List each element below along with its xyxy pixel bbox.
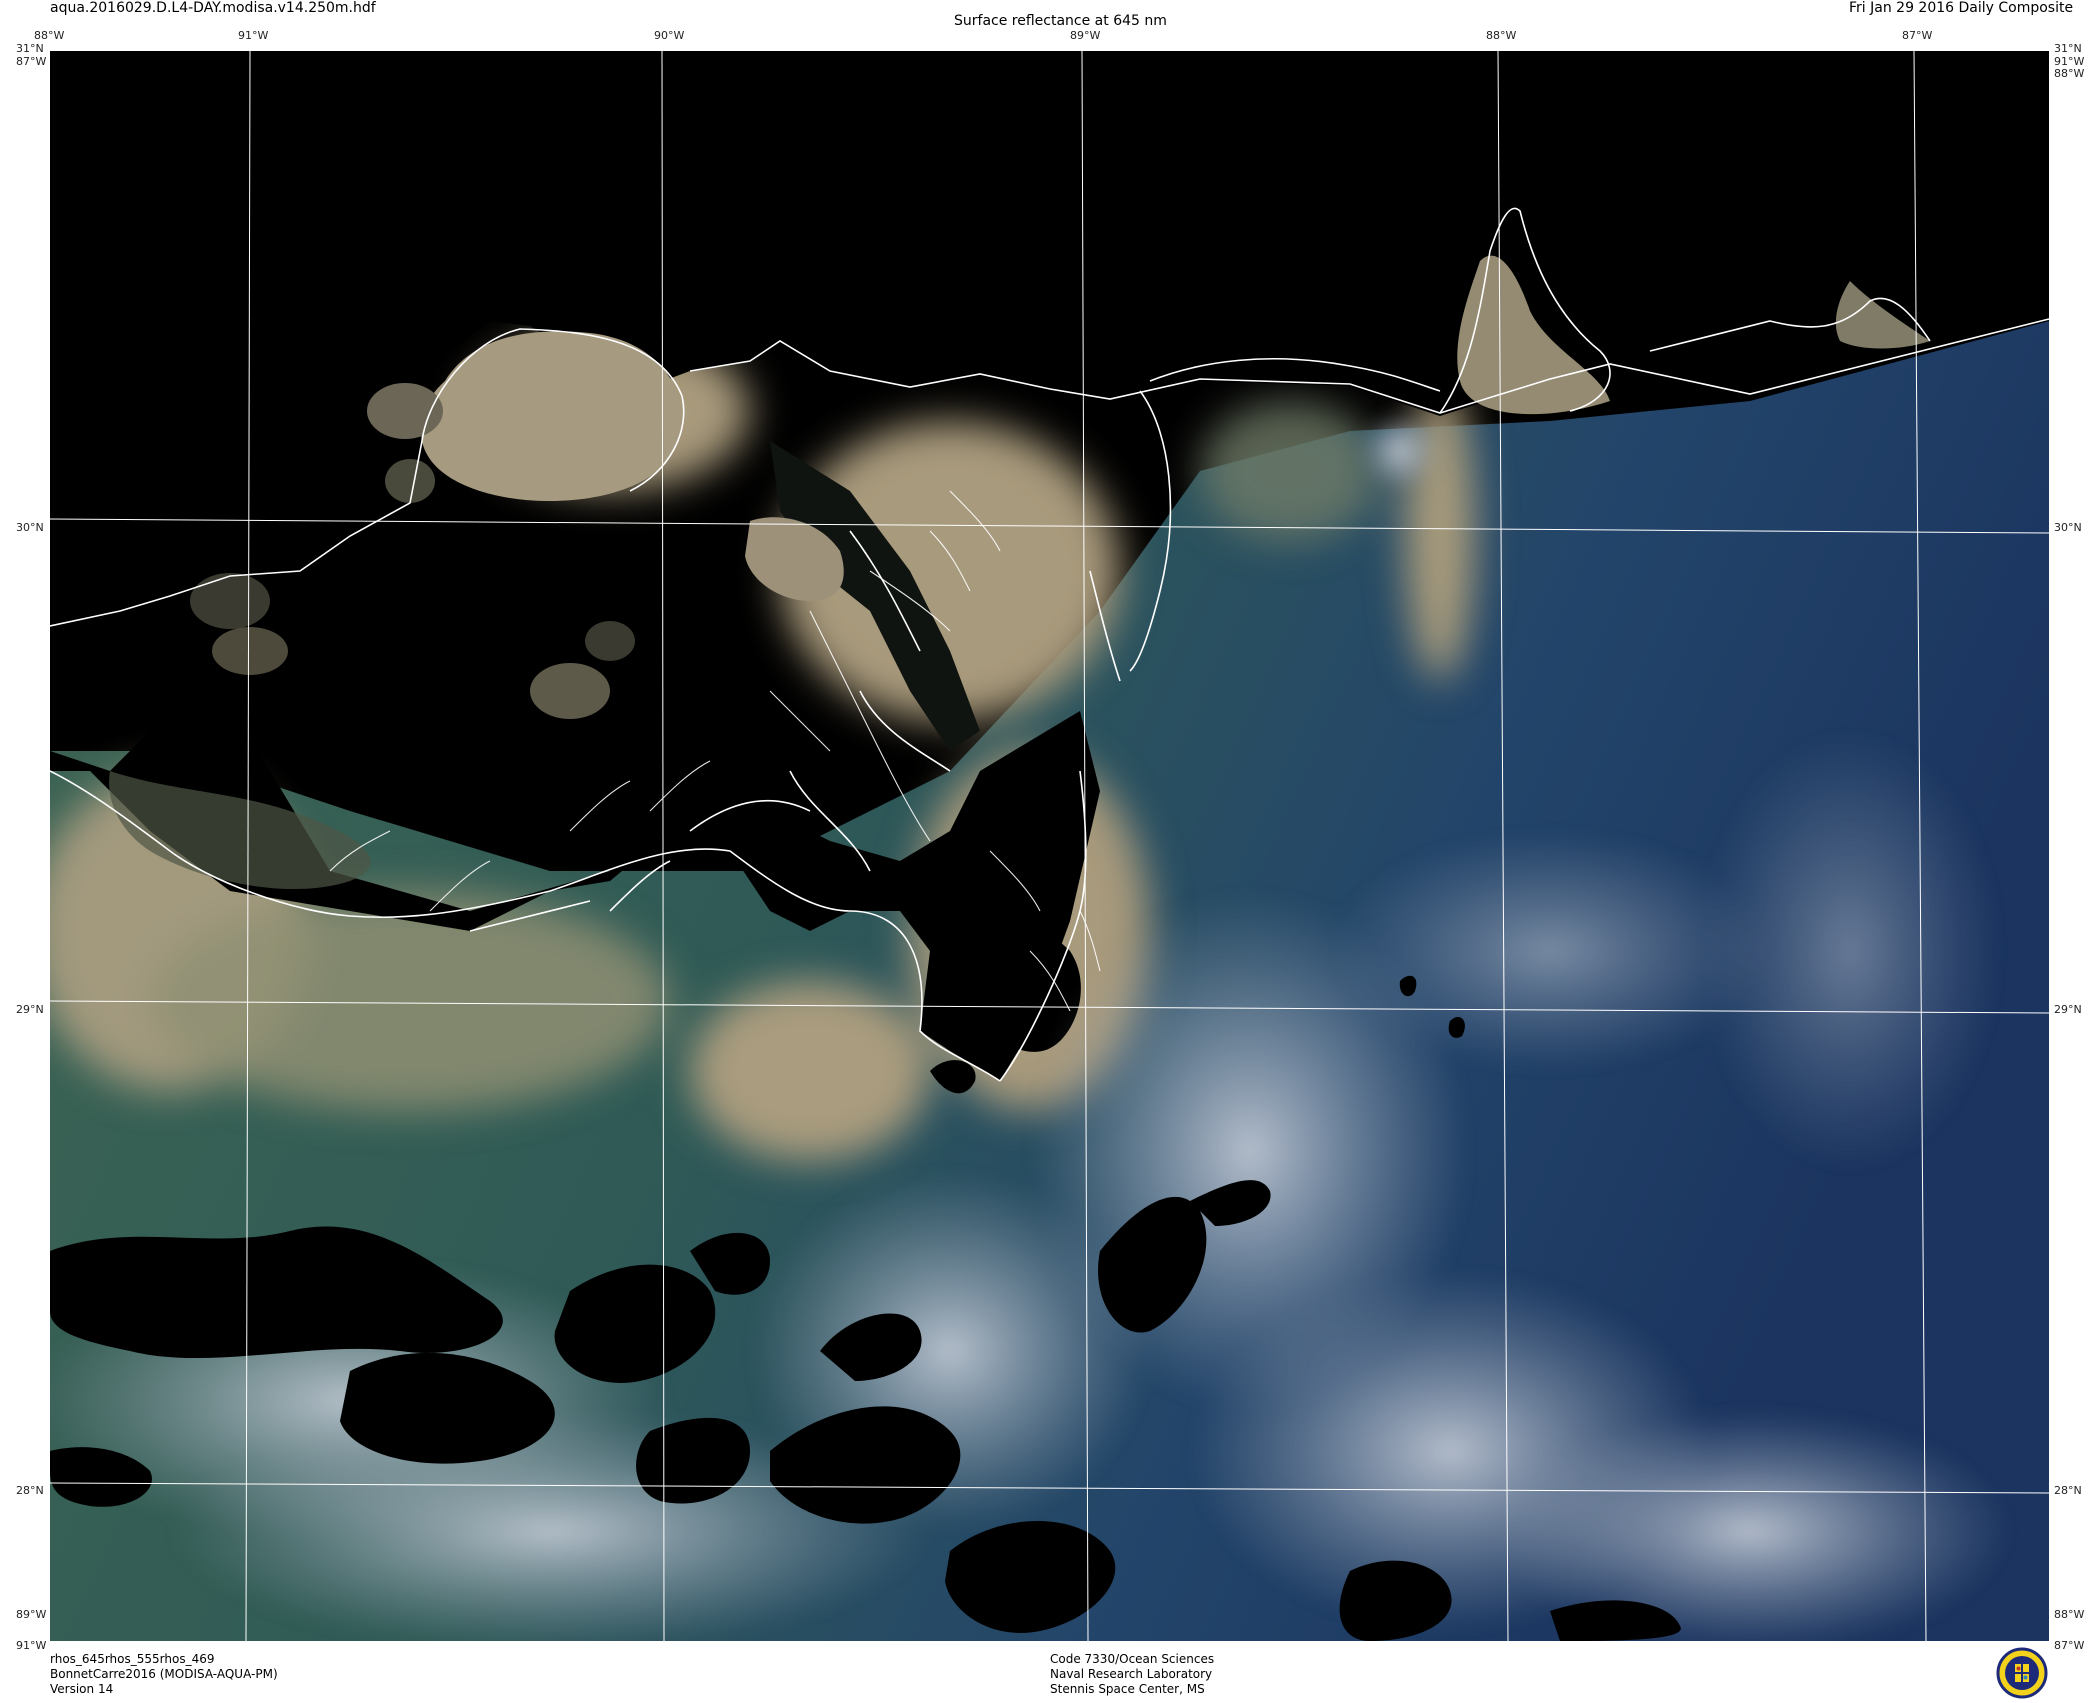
lat-label-right-28n: 28°N xyxy=(2054,1484,2082,1497)
lon-label-90w: 90°W xyxy=(654,29,685,42)
satellite-map[interactable] xyxy=(50,51,2049,1641)
footer-lab: Naval Research Laboratory xyxy=(1050,1667,1213,1681)
composite-date: Fri Jan 29 2016 Daily Composite xyxy=(1849,0,2074,16)
lon-label-88w: 88°W xyxy=(1486,29,1517,42)
lon-label-87w: 87°W xyxy=(1902,29,1933,42)
footer-location: Stennis Space Center, MS xyxy=(1050,1682,1205,1696)
lon-label-91w: 91°W xyxy=(238,29,269,42)
lat-label-left-28n: 28°N xyxy=(16,1484,44,1497)
lat-label-left-29n: 29°N xyxy=(16,1003,44,1016)
corner-top-right-lon2: 88°W xyxy=(2054,67,2085,80)
corner-top-right-lat: 31°N xyxy=(2054,42,2082,55)
corner-bottom-right-lon: 88°W xyxy=(2054,1608,2085,1621)
lat-label-left-30n: 30°N xyxy=(16,521,44,534)
lat-label-right-30n: 30°N xyxy=(2054,521,2082,534)
footer-project: BonnetCarre2016 (MODISA-AQUA-PM) xyxy=(50,1667,278,1681)
footer-version: Version 14 xyxy=(50,1682,114,1696)
corner-bottom-left-lon2: 91°W xyxy=(16,1639,47,1652)
lon-label-89w: 89°W xyxy=(1070,29,1101,42)
filename-label: aqua.2016029.D.L4-DAY.modisa.v14.250m.hd… xyxy=(50,0,376,16)
footer-bands: rhos_645rhos_555rhos_469 xyxy=(50,1652,215,1666)
nrl-seal-icon xyxy=(1996,1647,2048,1699)
corner-top-left-lon: 88°W xyxy=(34,29,65,42)
footer-code: Code 7330/Ocean Sciences xyxy=(1050,1652,1215,1666)
map-title: Surface reflectance at 645 nm xyxy=(954,13,1167,29)
corner-top-left-lat: 31°N xyxy=(16,42,44,55)
lat-label-right-29n: 29°N xyxy=(2054,1003,2082,1016)
corner-top-left-lon2: 87°W xyxy=(16,55,47,68)
corner-bottom-right-lon2: 87°W xyxy=(2054,1639,2085,1652)
corner-bottom-left-lon: 89°W xyxy=(16,1608,47,1621)
map-canvas xyxy=(50,51,2049,1641)
